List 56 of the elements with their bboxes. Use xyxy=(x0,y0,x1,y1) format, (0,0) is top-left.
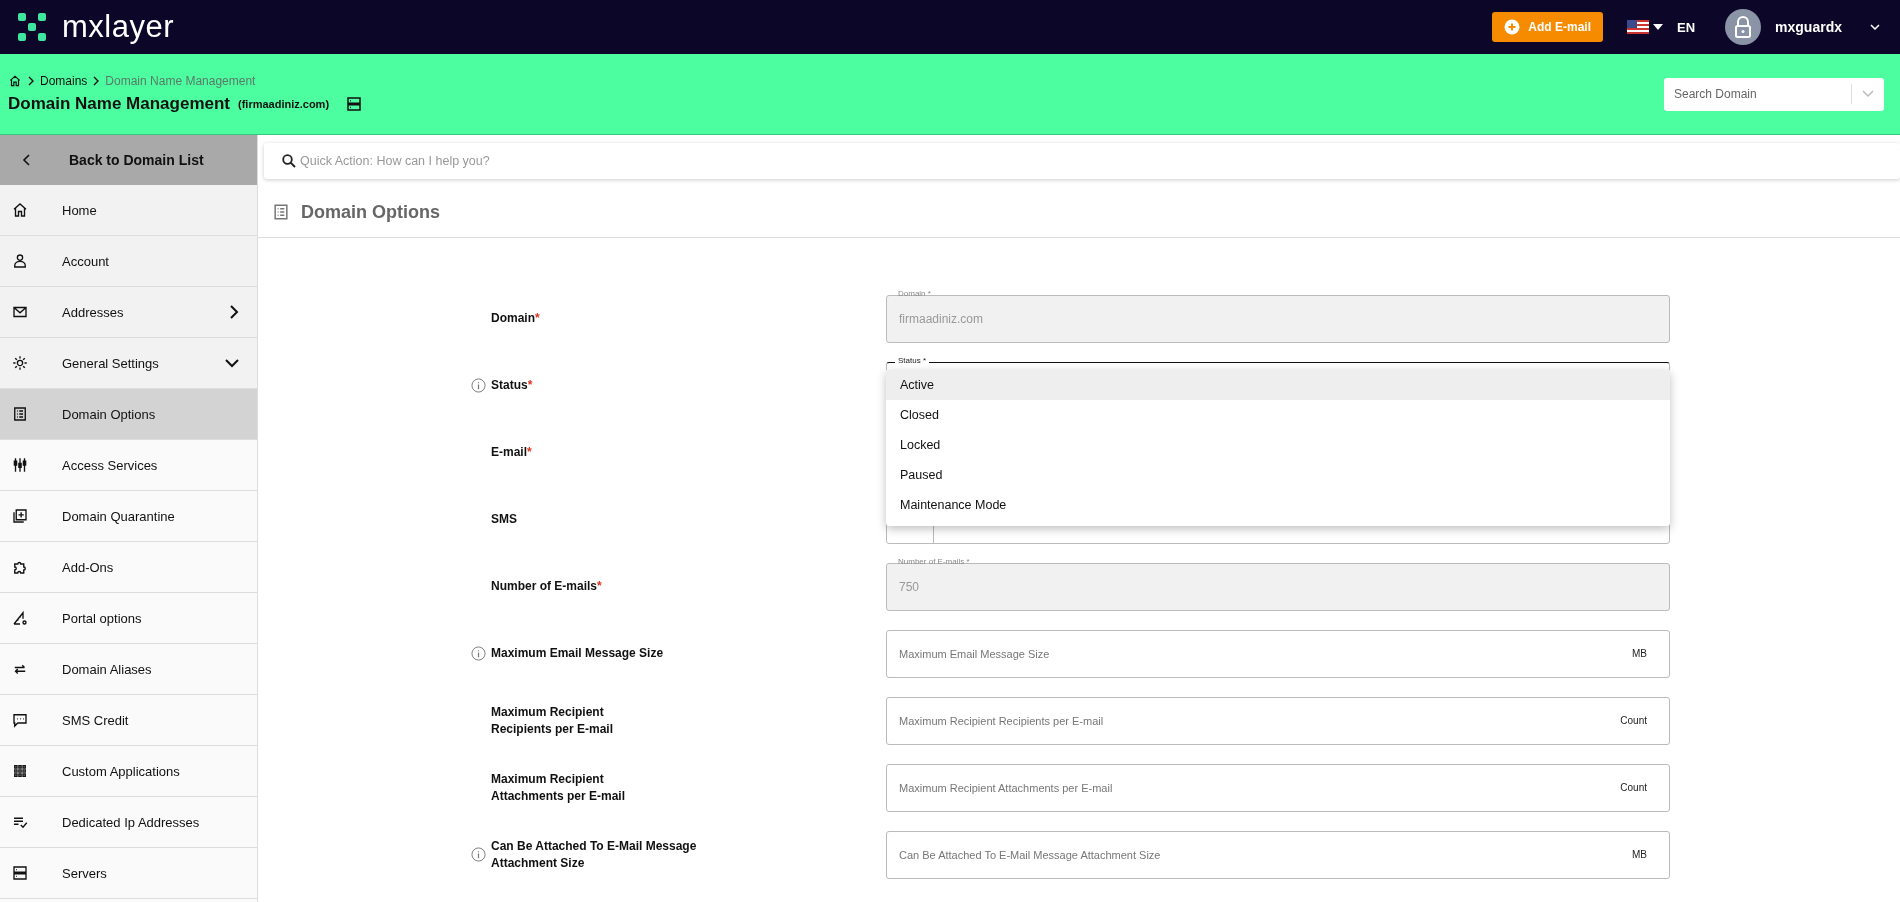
grid-icon xyxy=(11,762,29,780)
page-title: Domain Name Management xyxy=(8,94,230,114)
dropdown-option[interactable]: Active xyxy=(886,369,1670,400)
field-label: Maximum Email Message Size xyxy=(491,645,664,662)
chevron-right-icon xyxy=(229,305,239,319)
ruler-gear-icon xyxy=(11,609,29,627)
field-label: Can Be Attached To E-Mail Message Attachment Size xyxy=(491,837,697,872)
field-label: Status* xyxy=(491,377,533,394)
field-label: Maximum Recipient Attachments per E-mail xyxy=(491,770,626,805)
info-icon[interactable] xyxy=(471,378,486,393)
back-to-domain-list-button[interactable]: Back to Domain List xyxy=(0,135,257,185)
avatar[interactable] xyxy=(1725,9,1762,45)
input-field[interactable]: Can Be Attached To E-Mail Message Attachment Size MB xyxy=(886,830,1670,879)
username[interactable]: mxguardx xyxy=(1775,19,1842,35)
search-domain-select[interactable]: Search Domain xyxy=(1664,77,1884,111)
sidebar-item[interactable]: Addresses xyxy=(0,287,257,338)
language-code[interactable]: EN xyxy=(1677,19,1696,35)
input-field[interactable]: Maximum Recipient Recipients per E-mail Count xyxy=(886,696,1670,745)
sidebar-item[interactable]: General Settings xyxy=(0,338,257,389)
section-title: Domain Options xyxy=(301,201,440,223)
field-label: Maximum Recipient Recipients per E-mail xyxy=(491,703,614,738)
field-label: Number of E-mails* xyxy=(491,578,602,595)
flag-icon[interactable] xyxy=(1627,20,1649,34)
server-icon[interactable] xyxy=(345,95,364,113)
caret-icon[interactable] xyxy=(1653,24,1663,30)
server-icon xyxy=(11,864,29,882)
home-icon xyxy=(11,201,29,219)
list-icon xyxy=(271,202,291,222)
sidebar-item[interactable]: Account xyxy=(0,236,257,287)
list-icon xyxy=(11,405,29,423)
chevron-right-icon xyxy=(27,76,35,86)
domain-name: (firmaadiniz.com) xyxy=(238,98,330,110)
chevron-down-icon xyxy=(225,358,239,368)
dropdown-option[interactable]: Paused xyxy=(886,459,1670,490)
plus-circle-icon xyxy=(1504,19,1521,35)
field-label: Domain* xyxy=(491,310,540,327)
dropdown-option[interactable]: Closed xyxy=(886,399,1670,430)
sliders-icon xyxy=(11,456,29,474)
info-icon[interactable] xyxy=(471,646,486,661)
logo-text[interactable]: mxlayer xyxy=(62,9,174,45)
field-label: SMS xyxy=(491,511,517,528)
home-icon[interactable] xyxy=(8,74,22,88)
breadcrumb-link[interactable]: Domains xyxy=(40,74,88,88)
person-icon xyxy=(11,252,29,270)
chat-icon xyxy=(11,711,29,729)
chevron-right-icon xyxy=(92,76,101,86)
sidebar-item[interactable]: Home xyxy=(0,185,257,236)
input-field[interactable]: Maximum Recipient Attachments per E-mail Count xyxy=(886,763,1670,812)
sidebar-item[interactable]: Domain Options xyxy=(0,389,257,440)
field-label: E-mail* xyxy=(491,444,532,461)
chevron-left-icon xyxy=(22,154,32,166)
info-icon[interactable] xyxy=(471,847,486,862)
dropdown-option[interactable]: Locked xyxy=(886,429,1670,460)
input-field[interactable]: Maximum Email Message Size MB xyxy=(886,629,1670,678)
search-icon xyxy=(282,154,296,168)
dropdown-option[interactable]: Maintenance Mode xyxy=(886,489,1670,520)
